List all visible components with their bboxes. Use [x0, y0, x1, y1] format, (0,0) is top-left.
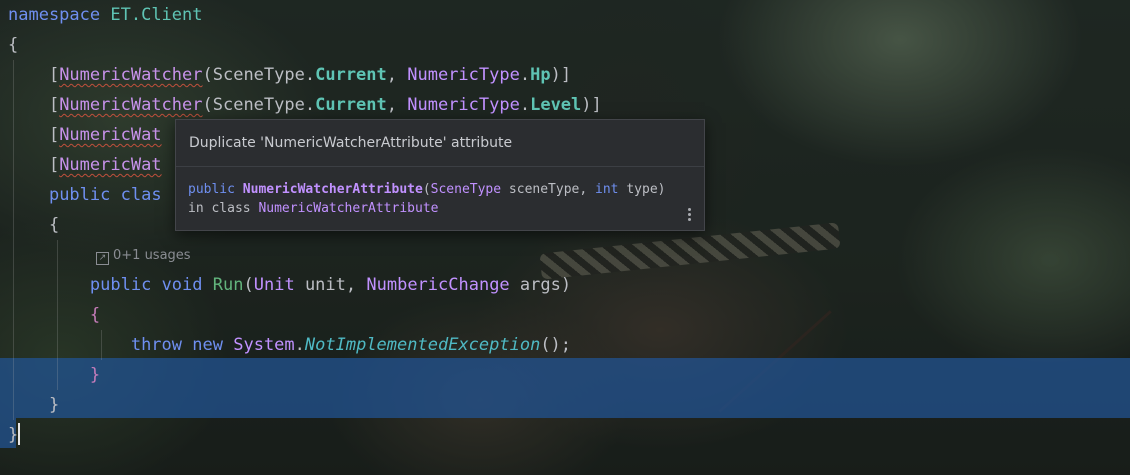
error-tooltip[interactable]: Duplicate 'NumericWatcherAttribute' attr…	[175, 119, 705, 231]
tooltip-signature: public NumericWatcherAttribute(SceneType…	[188, 182, 666, 216]
code-line: [NumericWatcher(SceneType.Current, Numer…	[8, 65, 572, 85]
tooltip-title: Duplicate 'NumericWatcherAttribute' attr…	[176, 120, 704, 167]
external-link-icon: ↗	[96, 252, 109, 265]
more-vertical-icon[interactable]	[688, 208, 692, 223]
code-line: throw new System.NotImplementedException…	[130, 335, 572, 355]
code-line: }	[48, 395, 60, 415]
code-line: {	[48, 215, 60, 235]
selection-highlight	[0, 358, 1130, 388]
code-line: {	[8, 35, 19, 55]
code-line: }	[8, 423, 21, 445]
duplicate-attribute-error[interactable]: NumericWat	[59, 125, 161, 145]
code-line: [NumericWat	[8, 155, 162, 175]
code-line: public void Run(Unit unit, NumbericChang…	[89, 275, 572, 295]
usages-hint[interactable]: ↗ 0+1 usages	[96, 246, 191, 266]
code-line: }	[89, 365, 101, 385]
code-line: {	[89, 305, 101, 325]
code-line: [NumericWatcher(SceneType.Current, Numer…	[8, 95, 602, 115]
code-line: namespace ET.Client	[8, 5, 203, 25]
code-line: public clas	[48, 185, 162, 205]
selection-highlight	[0, 388, 1130, 418]
code-line: [NumericWat	[8, 125, 162, 145]
text-caret	[18, 423, 21, 445]
